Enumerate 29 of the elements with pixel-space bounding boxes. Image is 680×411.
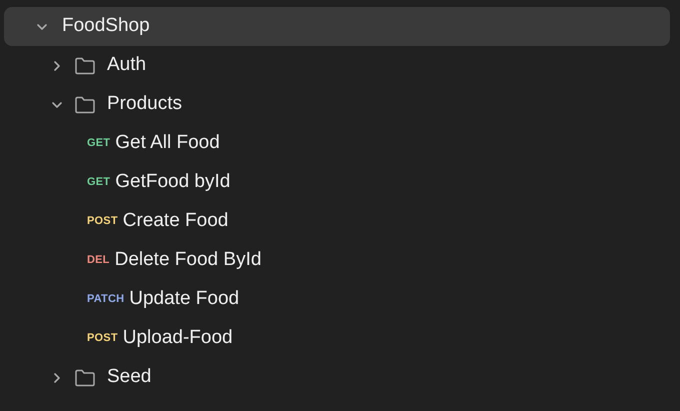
tree-row[interactable]: Auth	[4, 46, 670, 85]
item-label: FoodShop	[62, 14, 150, 38]
item-label: Create Food	[122, 209, 228, 234]
item-label: Get All Food	[115, 131, 220, 156]
tree-row[interactable]: Products	[4, 85, 670, 124]
method-label: DEL	[87, 253, 110, 268]
tree-row[interactable]: GET Get All Food	[4, 124, 670, 163]
tree-row[interactable]: POST Create Food	[4, 202, 670, 241]
tree-row[interactable]: POST Upload-Food	[4, 319, 670, 358]
method-label: GET	[87, 175, 110, 190]
item-label: Delete Food ById	[114, 248, 262, 272]
method-label: GET	[87, 136, 110, 152]
tree-row[interactable]: FoodShop	[4, 7, 670, 46]
item-label: Update Food	[129, 287, 240, 312]
method-label: POST	[87, 331, 118, 346]
item-label: Upload-Food	[122, 326, 233, 350]
item-label: Auth	[107, 53, 146, 78]
item-label: GetFood byId	[115, 170, 230, 194]
tree-row[interactable]: PATCH Update Food	[4, 280, 670, 319]
item-label: Seed	[107, 365, 152, 390]
item-label: Products	[107, 92, 182, 116]
tree-row[interactable]: Seed	[4, 358, 670, 397]
method-label: POST	[87, 214, 118, 230]
folder-icon	[74, 56, 96, 76]
method-label: PATCH	[87, 292, 124, 308]
folder-icon	[74, 94, 96, 114]
folder-icon	[74, 368, 96, 388]
tree-row[interactable]: DEL Delete Food ById	[4, 241, 670, 280]
tree-row[interactable]: GET GetFood byId	[4, 163, 670, 202]
